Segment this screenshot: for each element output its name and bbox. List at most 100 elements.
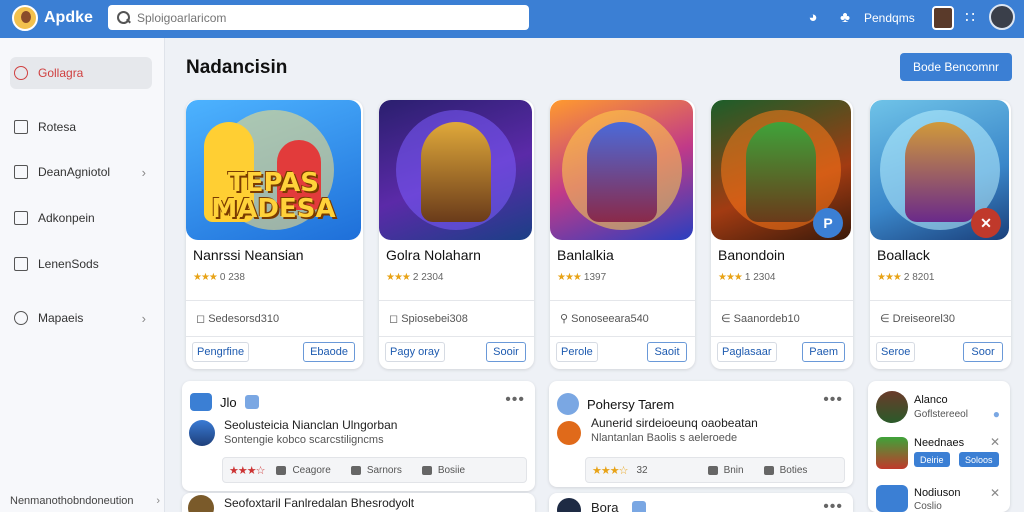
game-thumbnail[interactable] <box>379 100 532 240</box>
sidebar-item-mapaeis[interactable]: Mapaeis › <box>10 302 152 334</box>
game-card[interactable]: P Banondoin ★★★ 1 2304 ∈ Saanordeb10 Pagl… <box>711 100 853 369</box>
action-item[interactable]: Bnin <box>707 465 744 476</box>
author-avatar[interactable] <box>188 495 214 512</box>
inbox-icon <box>14 120 28 134</box>
close-badge-icon: ✕ <box>971 208 1001 238</box>
action-item[interactable]: Bosiie <box>421 465 465 476</box>
star-rating-icon: ★★★ <box>718 272 743 283</box>
star-rating-icon: ★★★☆ <box>592 464 628 477</box>
user-menu-label[interactable]: Pendqms <box>864 11 915 25</box>
post-title[interactable]: Aunerid sirdeioeunq oaobeatan <box>591 416 758 430</box>
grid-icon <box>14 165 28 179</box>
sidebar-item-label: LenenSods <box>38 257 99 271</box>
sidebar-item-label: Gollagra <box>38 66 84 80</box>
game-card[interactable]: TEPAS MADESA Nanrssi Neansian ★★★ 0 238 ◻… <box>186 100 363 369</box>
more-options-icon[interactable]: ••• <box>505 391 525 409</box>
chat-icon[interactable]: ● <box>993 407 1000 421</box>
profile-avatar[interactable] <box>989 4 1015 30</box>
secondary-button[interactable]: Paglasaar <box>717 342 777 362</box>
sidebar-item-deanagniotol[interactable]: DeanAgniotol › <box>10 156 152 188</box>
game-thumbnail[interactable] <box>550 100 693 240</box>
sidebar-item-adkonpein[interactable]: Adkonpein <box>10 202 152 234</box>
feed-post[interactable]: Pohersy Tarem ••• Aunerid sirdeioeunq oa… <box>549 381 853 487</box>
primary-button[interactable]: Soor <box>963 342 1003 362</box>
feed-post[interactable]: Seofoxtaril Fanlredalan Bhesrodyolt <box>182 493 535 512</box>
feed-post[interactable]: Bora ••• <box>549 493 853 512</box>
post-subtitle: Sontengie kobco scarcstiligncms <box>224 434 384 446</box>
game-card[interactable]: ✕ Boallack ★★★ 2 8201 ∈ Dreiseorel30 Sero… <box>870 100 1011 369</box>
secondary-button[interactable]: Pagy oray <box>385 342 445 362</box>
secondary-button[interactable]: Pengrfine <box>192 342 250 362</box>
primary-button[interactable]: Paem <box>802 342 845 362</box>
primary-button[interactable]: Sooir <box>486 342 526 362</box>
search-icon <box>117 10 131 25</box>
feed-post[interactable]: Jlo ••• Seolusteicia Nianclan Ulngorban … <box>182 381 535 491</box>
star-rating-icon: ★★★ <box>386 272 411 283</box>
game-rating: ★★★ 1 2304 <box>718 272 776 283</box>
author-avatar[interactable] <box>557 421 581 445</box>
star-rating-icon: ★★★ <box>877 272 902 283</box>
primary-button[interactable]: Saoit <box>647 342 687 362</box>
puzzle-icon[interactable]: ♣ <box>836 9 854 27</box>
close-icon[interactable]: ✕ <box>990 486 1014 500</box>
more-options-icon[interactable]: ••• <box>823 391 843 409</box>
sidebar-item-rotesa[interactable]: Rotesa <box>10 111 152 143</box>
suggestion-action-button[interactable]: Deirie <box>914 452 950 467</box>
author-avatar[interactable] <box>557 498 581 512</box>
post-title[interactable]: Seofoxtaril Fanlredalan Bhesrodyolt <box>224 496 414 510</box>
apps-grid-icon[interactable]: ∷ <box>961 9 979 27</box>
sidebar-footer-link[interactable]: Nenmanothobndoneution › <box>10 495 160 507</box>
feed-post-header: Pohersy Tarem <box>557 393 674 415</box>
game-thumbnail[interactable]: TEPAS MADESA <box>186 100 361 240</box>
suggestion-name[interactable]: Nodiuson <box>914 487 960 499</box>
game-rating: ★★★ 2 2304 <box>386 272 444 283</box>
game-meta: ∈ Dreiseorel30 <box>880 313 956 325</box>
game-card[interactable]: Golra Nolaharn ★★★ 2 2304 ◻ Spiosebei308 … <box>379 100 534 369</box>
primary-action-button[interactable]: Bode Bencomnr <box>900 53 1012 81</box>
suggestion-name[interactable]: Neednaes <box>914 437 964 449</box>
search-bar[interactable] <box>108 5 529 30</box>
comment-icon <box>276 465 287 475</box>
game-rating: ★★★ 2 8201 <box>877 272 935 283</box>
suggestion-thumbnail[interactable] <box>876 437 908 469</box>
game-name: Banlalkia <box>557 247 614 263</box>
clock-icon[interactable]: ◕ <box>804 9 822 27</box>
sidebar-item-gollagra[interactable]: Gollagra <box>10 57 152 89</box>
game-thumbnail[interactable]: P <box>711 100 851 240</box>
search-input[interactable] <box>137 10 517 25</box>
action-item[interactable]: Sarnors <box>350 465 402 476</box>
chevron-right-icon: › <box>141 310 146 326</box>
tag-icon: ∈ <box>721 313 734 325</box>
search-icon: ⚲ <box>560 313 572 325</box>
sidebar-item-label: Rotesa <box>38 120 77 134</box>
game-rating: ★★★ 1397 <box>557 272 607 283</box>
post-actions: ★★★☆ Ceagore Sarnors Bosiie <box>222 457 527 483</box>
action-item[interactable]: Boties <box>763 465 807 476</box>
post-title[interactable]: Seolusteicia Nianclan Ulngorban <box>224 418 397 432</box>
star-rating-icon: ★★★ <box>557 272 582 283</box>
secondary-button[interactable]: Seroe <box>876 342 916 362</box>
chevron-right-icon: › <box>141 164 146 180</box>
primary-button[interactable]: Ebaode <box>303 342 355 362</box>
game-thumbnail[interactable]: ✕ <box>870 100 1009 240</box>
author-avatar[interactable] <box>189 420 215 446</box>
compass-icon <box>14 311 28 325</box>
game-card[interactable]: Banlalkia ★★★ 1397 ⚲ Sonoseeara540 Perole… <box>550 100 695 369</box>
action-item[interactable]: Ceagore <box>276 465 331 476</box>
app-logo[interactable] <box>12 5 38 31</box>
secondary-button[interactable]: Perole <box>556 342 598 362</box>
suggestion-thumbnail[interactable] <box>876 485 908 512</box>
suggestion-avatar[interactable] <box>876 391 908 423</box>
sidebar-item-lenensods[interactable]: LenenSods <box>10 248 152 280</box>
game-rating: ★★★ 0 238 <box>193 272 245 283</box>
sidebar-item-label: Adkonpein <box>38 211 95 225</box>
suggestion-action-button[interactable]: Soloos <box>959 452 999 467</box>
post-title[interactable]: Bora <box>591 500 618 512</box>
more-options-icon[interactable]: ••• <box>823 498 843 512</box>
user-avatar[interactable] <box>932 6 954 30</box>
suggestion-name[interactable]: Alanco <box>914 394 948 406</box>
suggestion-subtitle: Goflstereeol <box>914 409 968 420</box>
search-icon <box>14 66 28 80</box>
image-icon <box>421 465 432 475</box>
close-icon[interactable]: ✕ <box>990 435 1000 449</box>
